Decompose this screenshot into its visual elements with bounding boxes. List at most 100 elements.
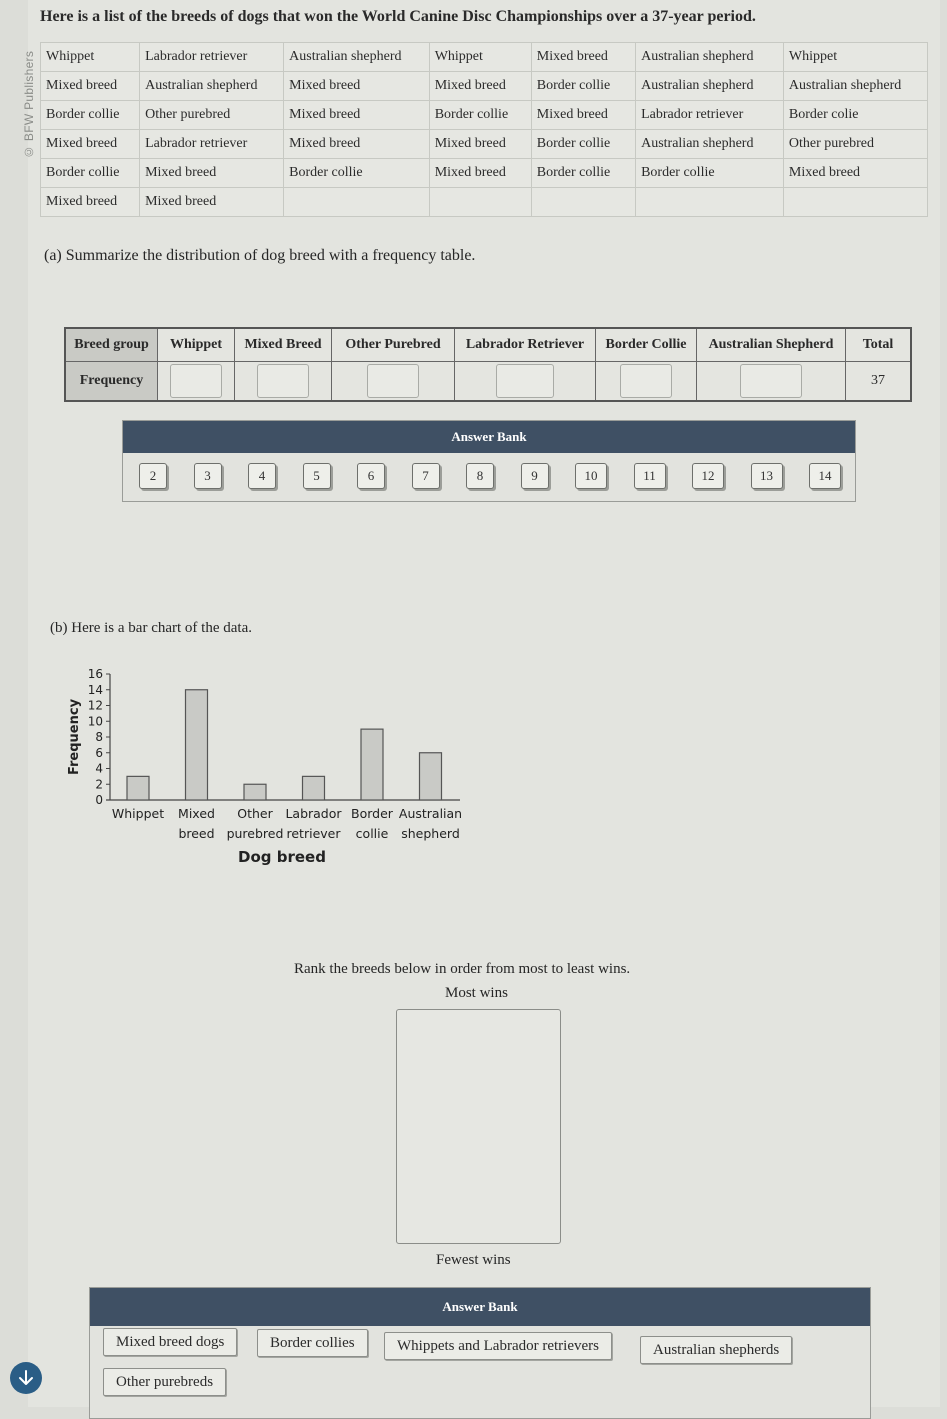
number-chip-9[interactable]: 9	[520, 463, 549, 489]
header-whippet: Whippet	[157, 327, 235, 362]
breed-list-cell	[428, 187, 532, 217]
x-tick-label: shepherd	[401, 826, 460, 841]
number-chip-8[interactable]: 8	[466, 463, 494, 489]
breed-list-row: Mixed breed Australian shepherd Mixed bree…	[39, 71, 929, 101]
number-chip-7[interactable]: 7	[411, 463, 440, 489]
number-chip-11[interactable]: 11	[633, 463, 666, 489]
breed-list-row: Border collie Other purebred Mixed breed Bo…	[39, 100, 929, 130]
answer-bank-numbers: Answer Bank 2 3 4 5 6 7 8 9 10 11 12 13 14	[122, 420, 856, 502]
drop-target-mixed-breed[interactable]	[257, 364, 309, 398]
answer-bank-breeds: Answer Bank Mixed breed dogs Border coll…	[89, 1287, 871, 1419]
breed-list-cell: Other purebred	[139, 100, 285, 130]
x-tick-label: purebred	[227, 826, 284, 841]
arrow-down-icon	[19, 1370, 33, 1385]
watermark: © BFW Publishers	[22, 50, 36, 160]
number-chips: 2 3 4 5 6 7 8 9 10 11 12 13 14	[123, 453, 855, 489]
breed-list-cell: Mixed breed	[283, 129, 430, 159]
x-tick-label: Border	[351, 806, 394, 821]
breed-list-cell: Australian shepherd	[635, 71, 784, 101]
scroll-down-button[interactable]	[10, 1362, 42, 1394]
breed-list-cell: Australian shepherd	[782, 71, 929, 101]
drop-target-labrador-retriever[interactable]	[496, 364, 554, 398]
breed-list-cell: Border collie	[530, 129, 637, 159]
number-chip-13[interactable]: 13	[750, 463, 783, 489]
breed-list-cell: Labrador retriever	[139, 129, 285, 159]
bar-2	[243, 783, 267, 801]
chip-australian-shepherds[interactable]: Australian shepherds	[640, 1336, 793, 1364]
answer-bank-title: Answer Bank	[90, 1288, 870, 1326]
bar-chart: 0 24 6 8 1012 14 16 Frequency Whippet Mixed breed O…	[67, 667, 462, 866]
number-chip-5[interactable]: 5	[302, 463, 331, 489]
number-chip-6[interactable]: 6	[357, 463, 385, 489]
breed-list-cell: Mixed breed	[283, 71, 430, 101]
breed-list-cell	[635, 187, 784, 217]
breed-list-cell	[782, 187, 929, 217]
x-tick-label: retriever	[287, 826, 342, 841]
breed-list-cell: Border colie	[782, 100, 929, 130]
y-tick-label: 8	[95, 730, 103, 744]
number-chip-10[interactable]: 10	[575, 463, 607, 489]
chip-other-purebreds[interactable]: Other purebreds	[103, 1368, 227, 1396]
breed-list-cell: Mixed breed	[139, 158, 285, 188]
x-tick-label: Labrador	[285, 806, 342, 821]
breed-list-cell: Whippet	[782, 42, 929, 72]
header-mixed-breed: Mixed Breed	[234, 327, 332, 362]
fewest-wins-label: Fewest wins	[436, 1252, 511, 1268]
header-total: Total	[845, 327, 912, 362]
bar-0	[126, 775, 150, 801]
breed-list-cell: Mixed breed	[39, 129, 141, 159]
drop-target-border-collie[interactable]	[620, 364, 672, 398]
number-chip-2[interactable]: 2	[139, 463, 167, 489]
number-chip-3[interactable]: 3	[193, 463, 222, 489]
frequency-table-header: Breed group Whippet Mixed Breed Other Pu…	[64, 327, 912, 362]
y-tick-label: 6	[95, 746, 103, 760]
chip-mixed-breed-dogs[interactable]: Mixed breed dogs	[103, 1328, 238, 1356]
chip-whippets-and-labrador-retrievers[interactable]: Whippets and Labrador retrievers	[384, 1332, 612, 1360]
rank-prompt: Rank the breeds below in order from most…	[294, 961, 631, 977]
cell-australian-shepherd	[696, 361, 846, 402]
drop-target-whippet[interactable]	[170, 364, 222, 398]
breed-list-cell: Mixed breed	[39, 187, 141, 217]
breed-list-cell	[283, 187, 430, 217]
x-tick-label: Whippet	[112, 806, 164, 821]
header-labrador-retriever: Labrador Retriever	[454, 327, 596, 362]
cell-mixed-breed	[234, 361, 332, 402]
breed-list-cell: Australian shepherd	[283, 42, 430, 72]
x-tick-label: Other	[237, 806, 273, 821]
cell-labrador-retriever	[454, 361, 596, 402]
breed-list-cell: Australian shepherd	[635, 129, 784, 159]
header-australian-shepherd: Australian Shepherd	[696, 327, 846, 362]
number-chip-12[interactable]: 12	[692, 463, 724, 489]
breed-list-cell: Labrador retriever	[139, 42, 285, 72]
intro-text: Here is a list of the breeds of dogs tha…	[40, 8, 756, 25]
breed-list-cell: Whippet	[39, 42, 141, 72]
cell-border-collie	[595, 361, 697, 402]
breed-list-cell: Border collie	[39, 100, 141, 130]
bar-1	[184, 689, 209, 801]
number-chip-4[interactable]: 4	[248, 463, 276, 489]
breed-list-cell: Border collie	[530, 71, 637, 101]
breed-list-cell: Mixed breed	[283, 100, 430, 130]
y-tick-label: 10	[88, 714, 103, 728]
breed-list-cell: Australian shepherd	[139, 71, 285, 101]
y-tick-label: 4	[95, 762, 103, 776]
most-wins-label: Most wins	[445, 985, 508, 1001]
drop-target-australian-shepherd[interactable]	[740, 364, 802, 398]
answer-bank-title: Answer Bank	[123, 421, 855, 453]
number-chip-14[interactable]: 14	[809, 463, 841, 489]
ranking-drop-zone[interactable]	[396, 1009, 561, 1244]
breed-list-cell: Mixed breed	[428, 158, 532, 188]
chip-border-collies[interactable]: Border collies	[257, 1329, 368, 1357]
breed-list-cell	[530, 187, 637, 217]
breed-list-cell: Mixed breed	[530, 42, 637, 72]
breed-list-cell: Mixed breed	[428, 129, 532, 159]
breed-list-cell: Mixed breed	[428, 71, 532, 101]
header-other-purebred: Other Purebred	[331, 327, 455, 362]
drop-target-other-purebred[interactable]	[367, 364, 419, 398]
breed-list-cell: Whippet	[428, 42, 532, 72]
breed-list-row: Border collie Mixed breed Border collie Mix…	[39, 158, 929, 188]
header-breed-group: Breed group	[64, 327, 158, 362]
breed-list-cell: Other purebred	[782, 129, 929, 159]
x-axis-label: Dog breed	[238, 848, 326, 866]
breed-list-row: Mixed breed Mixed breed	[39, 187, 929, 217]
